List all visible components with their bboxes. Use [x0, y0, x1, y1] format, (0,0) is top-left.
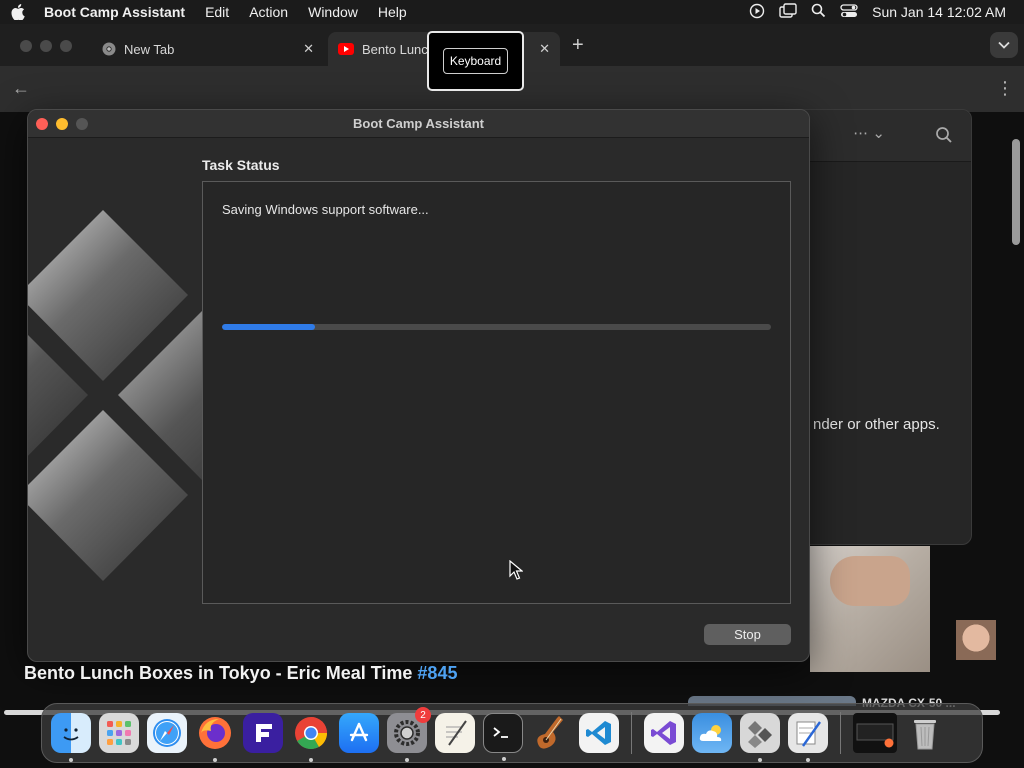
search-icon[interactable] [935, 126, 953, 149]
video-title-text: Bento Lunch Boxes in Tokyo - Eric Meal T… [24, 663, 413, 683]
notification-badge: 2 [415, 707, 431, 723]
keyboard-tooltip: Keyboard [427, 31, 524, 91]
menu-edit[interactable]: Edit [195, 4, 239, 20]
task-status-panel: Saving Windows support software... [202, 181, 791, 604]
more-options-icon[interactable]: ⋯ ⌄ [853, 124, 885, 142]
dock-separator [631, 712, 632, 754]
tab-list-chevron-icon[interactable] [990, 32, 1018, 58]
system-settings-icon[interactable]: 2 [387, 707, 431, 762]
keyboard-tooltip-label: Keyboard [442, 48, 509, 74]
apple-menu-icon[interactable] [0, 4, 36, 20]
browser-close-light[interactable] [20, 40, 32, 52]
finder-icon[interactable] [51, 713, 91, 762]
video-title: Bento Lunch Boxes in Tokyo - Eric Meal T… [24, 663, 457, 684]
launchpad-icon[interactable] [99, 713, 139, 753]
menu-bar: Boot Camp Assistant Edit Action Window H… [0, 0, 1024, 24]
menu-app-name[interactable]: Boot Camp Assistant [36, 4, 195, 20]
garageband-icon[interactable] [531, 713, 571, 753]
progress-bar [222, 324, 771, 330]
screen-recording-icon[interactable] [749, 3, 765, 22]
textedit-icon[interactable] [435, 713, 475, 753]
tab-label: New Tab [124, 41, 175, 57]
tab-new-tab[interactable]: New Tab ✕ [92, 32, 322, 66]
video-frame-image [810, 546, 930, 672]
boot-camp-icon[interactable] [740, 713, 780, 762]
boot-camp-window: Boot Camp Assistant Task Status Saving W… [27, 109, 810, 662]
status-message: Saving Windows support software... [222, 202, 429, 217]
app-store-icon[interactable] [339, 713, 379, 753]
script-editor-icon[interactable] [788, 713, 828, 762]
browser-zoom-light[interactable] [60, 40, 72, 52]
tab-close-icon[interactable]: ✕ [539, 41, 550, 57]
page-scrollbar[interactable] [1012, 139, 1020, 245]
fences-icon[interactable] [243, 713, 283, 753]
browser-menu-icon[interactable]: ⋮ [996, 78, 1014, 99]
window-title: Boot Camp Assistant [353, 116, 484, 131]
terminal-icon[interactable] [483, 713, 523, 761]
browser-minimize-light[interactable] [40, 40, 52, 52]
tab-close-icon[interactable]: ✕ [303, 41, 314, 57]
back-arrow-icon[interactable]: ← [12, 78, 30, 99]
video-hashtag-link[interactable]: #845 [417, 663, 457, 683]
menubar-clock[interactable]: Sun Jan 14 12:02 AM [872, 4, 1006, 20]
vscode-icon[interactable] [579, 713, 619, 753]
spotlight-search-icon[interactable] [811, 3, 826, 21]
trash-icon[interactable] [905, 713, 945, 753]
control-center-icon[interactable] [840, 3, 858, 21]
screenshot-icon[interactable] [853, 713, 897, 753]
menu-help[interactable]: Help [368, 4, 417, 20]
mouse-cursor-icon [509, 559, 524, 585]
stop-button[interactable]: Stop [704, 624, 791, 645]
chrome-tab-icon [102, 42, 116, 56]
visual-studio-icon[interactable] [644, 713, 684, 753]
chrome-icon[interactable] [291, 713, 331, 762]
tab-label: Bento Lunc [362, 41, 428, 57]
task-status-heading: Task Status [202, 157, 280, 173]
dock-separator [840, 712, 841, 754]
youtube-tab-icon [338, 43, 354, 55]
window-titlebar[interactable]: Boot Camp Assistant [28, 110, 809, 138]
background-window-text: nder or other apps. [813, 416, 940, 433]
firefox-icon[interactable] [195, 713, 235, 762]
window-switch-icon[interactable] [779, 2, 797, 22]
progress-bar-fill [222, 324, 316, 330]
new-tab-plus-icon[interactable]: + [572, 34, 584, 57]
channel-avatar[interactable] [956, 620, 996, 660]
weather-icon[interactable] [692, 713, 732, 753]
menu-window[interactable]: Window [298, 4, 368, 20]
dock: 2 [41, 703, 983, 763]
safari-icon[interactable] [147, 713, 187, 753]
menu-action[interactable]: Action [239, 4, 298, 20]
